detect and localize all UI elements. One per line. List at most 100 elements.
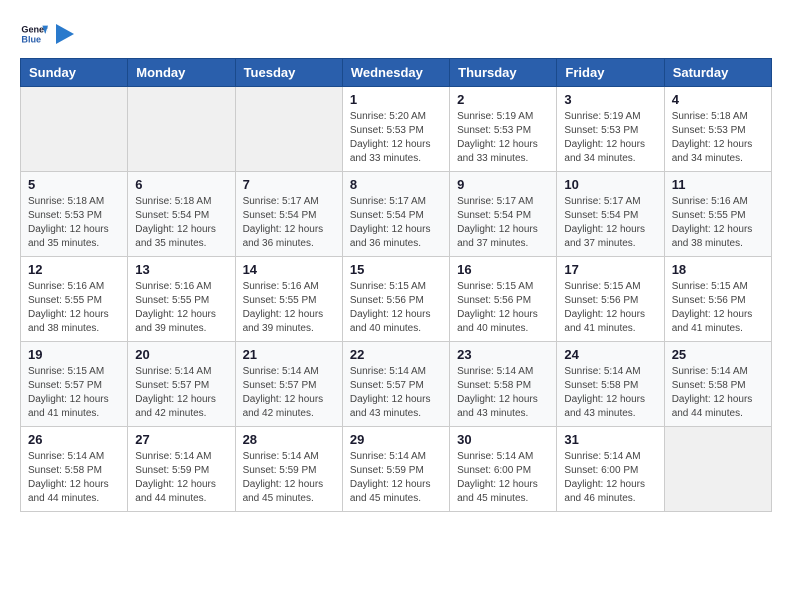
calendar-cell: 6Sunrise: 5:18 AMSunset: 5:54 PMDaylight… <box>128 172 235 257</box>
day-info: Sunrise: 5:18 AMSunset: 5:53 PMDaylight:… <box>28 195 120 251</box>
day-number: 13 <box>135 262 227 277</box>
day-number: 19 <box>28 347 120 362</box>
day-info: Sunrise: 5:19 AMSunset: 5:53 PMDaylight:… <box>457 110 549 166</box>
day-info: Sunrise: 5:16 AMSunset: 5:55 PMDaylight:… <box>28 280 120 336</box>
day-info: Sunrise: 5:14 AMSunset: 6:00 PMDaylight:… <box>564 450 656 506</box>
calendar-cell: 30 Sunrise: 5:14 AMSunset: 6:00 PMDayligh… <box>450 427 557 512</box>
day-info: Sunrise: 5:16 AMSunset: 5:55 PMDaylight:… <box>243 280 335 336</box>
day-number: 3 <box>564 92 656 107</box>
day-number: 11 <box>672 177 764 192</box>
day-info: Sunrise: 5:17 AMSunset: 5:54 PMDaylight:… <box>457 195 549 251</box>
logo-arrow-icon <box>56 20 74 48</box>
week-row-3: 12 Sunrise: 5:16 AMSunset: 5:55 PMDayligh… <box>21 257 772 342</box>
day-number: 31 <box>564 432 656 447</box>
day-info: Sunrise: 5:15 AMSunset: 5:56 PMDaylight:… <box>350 280 442 336</box>
calendar-cell: 29 Sunrise: 5:14 AMSunset: 5:59 PMDayligh… <box>342 427 449 512</box>
day-info: Sunrise: 5:16 AMSunset: 5:55 PMDaylight:… <box>672 195 764 251</box>
week-row-2: 5 Sunrise: 5:18 AMSunset: 5:53 PMDaylight… <box>21 172 772 257</box>
day-number: 21 <box>243 347 335 362</box>
header-day-saturday: Saturday <box>664 59 771 87</box>
day-number: 18 <box>672 262 764 277</box>
day-info: Sunrise: 5:14 AMSunset: 5:58 PMDaylight:… <box>457 365 549 421</box>
calendar-cell <box>128 87 235 172</box>
calendar-cell <box>664 427 771 512</box>
day-info: Sunrise: 5:18 AMSunset: 5:53 PMDaylight:… <box>672 110 764 166</box>
calendar-cell: 9 Sunrise: 5:17 AMSunset: 5:54 PMDaylight… <box>450 172 557 257</box>
day-info: Sunrise: 5:15 AMSunset: 5:56 PMDaylight:… <box>672 280 764 336</box>
header-row: SundayMondayTuesdayWednesdayThursdayFrid… <box>21 59 772 87</box>
calendar-cell: 5 Sunrise: 5:18 AMSunset: 5:53 PMDaylight… <box>21 172 128 257</box>
svg-text:Blue: Blue <box>21 34 41 44</box>
calendar-cell: 20 Sunrise: 5:14 AMSunset: 5:57 PMDayligh… <box>128 342 235 427</box>
day-number: 26 <box>28 432 120 447</box>
day-number: 23 <box>457 347 549 362</box>
day-number: 2 <box>457 92 549 107</box>
calendar-cell: 13 Sunrise: 5:16 AMSunset: 5:55 PMDayligh… <box>128 257 235 342</box>
header-day-friday: Friday <box>557 59 664 87</box>
week-row-5: 26 Sunrise: 5:14 AMSunset: 5:58 PMDayligh… <box>21 427 772 512</box>
calendar-cell: 25 Sunrise: 5:14 AMSunset: 5:58 PMDayligh… <box>664 342 771 427</box>
day-info: Sunrise: 5:19 AMSunset: 5:53 PMDaylight:… <box>564 110 656 166</box>
calendar-cell: 4 Sunrise: 5:18 AMSunset: 5:53 PMDaylight… <box>664 87 771 172</box>
calendar-cell: 19 Sunrise: 5:15 AMSunset: 5:57 PMDayligh… <box>21 342 128 427</box>
day-info: Sunrise: 5:14 AMSunset: 5:58 PMDaylight:… <box>28 450 120 506</box>
calendar-cell: 24 Sunrise: 5:14 AMSunset: 5:58 PMDayligh… <box>557 342 664 427</box>
day-number: 15 <box>350 262 442 277</box>
calendar-cell: 17Sunrise: 5:15 AMSunset: 5:56 PMDayligh… <box>557 257 664 342</box>
week-row-4: 19 Sunrise: 5:15 AMSunset: 5:57 PMDayligh… <box>21 342 772 427</box>
logo-icon: General Blue <box>20 20 48 48</box>
day-number: 9 <box>457 177 549 192</box>
day-info: Sunrise: 5:14 AMSunset: 5:59 PMDaylight:… <box>243 450 335 506</box>
day-info: Sunrise: 5:17 AMSunset: 5:54 PMDaylight:… <box>564 195 656 251</box>
day-number: 22 <box>350 347 442 362</box>
day-number: 6 <box>135 177 227 192</box>
calendar-cell: 11 Sunrise: 5:16 AMSunset: 5:55 PMDayligh… <box>664 172 771 257</box>
day-info: Sunrise: 5:16 AMSunset: 5:55 PMDaylight:… <box>135 280 227 336</box>
day-info: Sunrise: 5:15 AMSunset: 5:56 PMDaylight:… <box>564 280 656 336</box>
day-number: 8 <box>350 177 442 192</box>
calendar-cell: 28 Sunrise: 5:14 AMSunset: 5:59 PMDayligh… <box>235 427 342 512</box>
calendar-cell: 16 Sunrise: 5:15 AMSunset: 5:56 PMDayligh… <box>450 257 557 342</box>
day-number: 30 <box>457 432 549 447</box>
header-day-tuesday: Tuesday <box>235 59 342 87</box>
day-number: 5 <box>28 177 120 192</box>
calendar-cell: 8 Sunrise: 5:17 AMSunset: 5:54 PMDaylight… <box>342 172 449 257</box>
day-number: 20 <box>135 347 227 362</box>
header-day-monday: Monday <box>128 59 235 87</box>
calendar-cell <box>21 87 128 172</box>
calendar-cell: 10 Sunrise: 5:17 AMSunset: 5:54 PMDayligh… <box>557 172 664 257</box>
calendar-cell: 22 Sunrise: 5:14 AMSunset: 5:57 PMDayligh… <box>342 342 449 427</box>
day-number: 24 <box>564 347 656 362</box>
day-number: 12 <box>28 262 120 277</box>
day-number: 10 <box>564 177 656 192</box>
calendar-cell: 14Sunrise: 5:16 AMSunset: 5:55 PMDayligh… <box>235 257 342 342</box>
calendar-cell: 3 Sunrise: 5:19 AMSunset: 5:53 PMDaylight… <box>557 87 664 172</box>
day-info: Sunrise: 5:15 AMSunset: 5:57 PMDaylight:… <box>28 365 120 421</box>
day-info: Sunrise: 5:14 AMSunset: 5:57 PMDaylight:… <box>135 365 227 421</box>
calendar-cell: 31 Sunrise: 5:14 AMSunset: 6:00 PMDayligh… <box>557 427 664 512</box>
header-day-sunday: Sunday <box>21 59 128 87</box>
day-info: Sunrise: 5:14 AMSunset: 5:58 PMDaylight:… <box>564 365 656 421</box>
day-number: 4 <box>672 92 764 107</box>
calendar-cell: 26 Sunrise: 5:14 AMSunset: 5:58 PMDayligh… <box>21 427 128 512</box>
calendar-cell: 27Sunrise: 5:14 AMSunset: 5:59 PMDayligh… <box>128 427 235 512</box>
day-number: 16 <box>457 262 549 277</box>
calendar-cell <box>235 87 342 172</box>
day-number: 1 <box>350 92 442 107</box>
day-info: Sunrise: 5:14 AMSunset: 5:59 PMDaylight:… <box>350 450 442 506</box>
day-info: Sunrise: 5:15 AMSunset: 5:56 PMDaylight:… <box>457 280 549 336</box>
day-number: 25 <box>672 347 764 362</box>
week-row-1: 1 Sunrise: 5:20 AMSunset: 5:53 PMDaylight… <box>21 87 772 172</box>
day-number: 28 <box>243 432 335 447</box>
day-info: Sunrise: 5:14 AMSunset: 5:58 PMDaylight:… <box>672 365 764 421</box>
day-info: Sunrise: 5:14 AMSunset: 5:57 PMDaylight:… <box>243 365 335 421</box>
day-info: Sunrise: 5:20 AMSunset: 5:53 PMDaylight:… <box>350 110 442 166</box>
calendar-cell: 15 Sunrise: 5:15 AMSunset: 5:56 PMDayligh… <box>342 257 449 342</box>
day-info: Sunrise: 5:17 AMSunset: 5:54 PMDaylight:… <box>350 195 442 251</box>
calendar-cell: 12 Sunrise: 5:16 AMSunset: 5:55 PMDayligh… <box>21 257 128 342</box>
day-number: 29 <box>350 432 442 447</box>
day-info: Sunrise: 5:14 AMSunset: 6:00 PMDaylight:… <box>457 450 549 506</box>
day-info: Sunrise: 5:14 AMSunset: 5:57 PMDaylight:… <box>350 365 442 421</box>
calendar-cell: 1 Sunrise: 5:20 AMSunset: 5:53 PMDaylight… <box>342 87 449 172</box>
day-number: 27 <box>135 432 227 447</box>
